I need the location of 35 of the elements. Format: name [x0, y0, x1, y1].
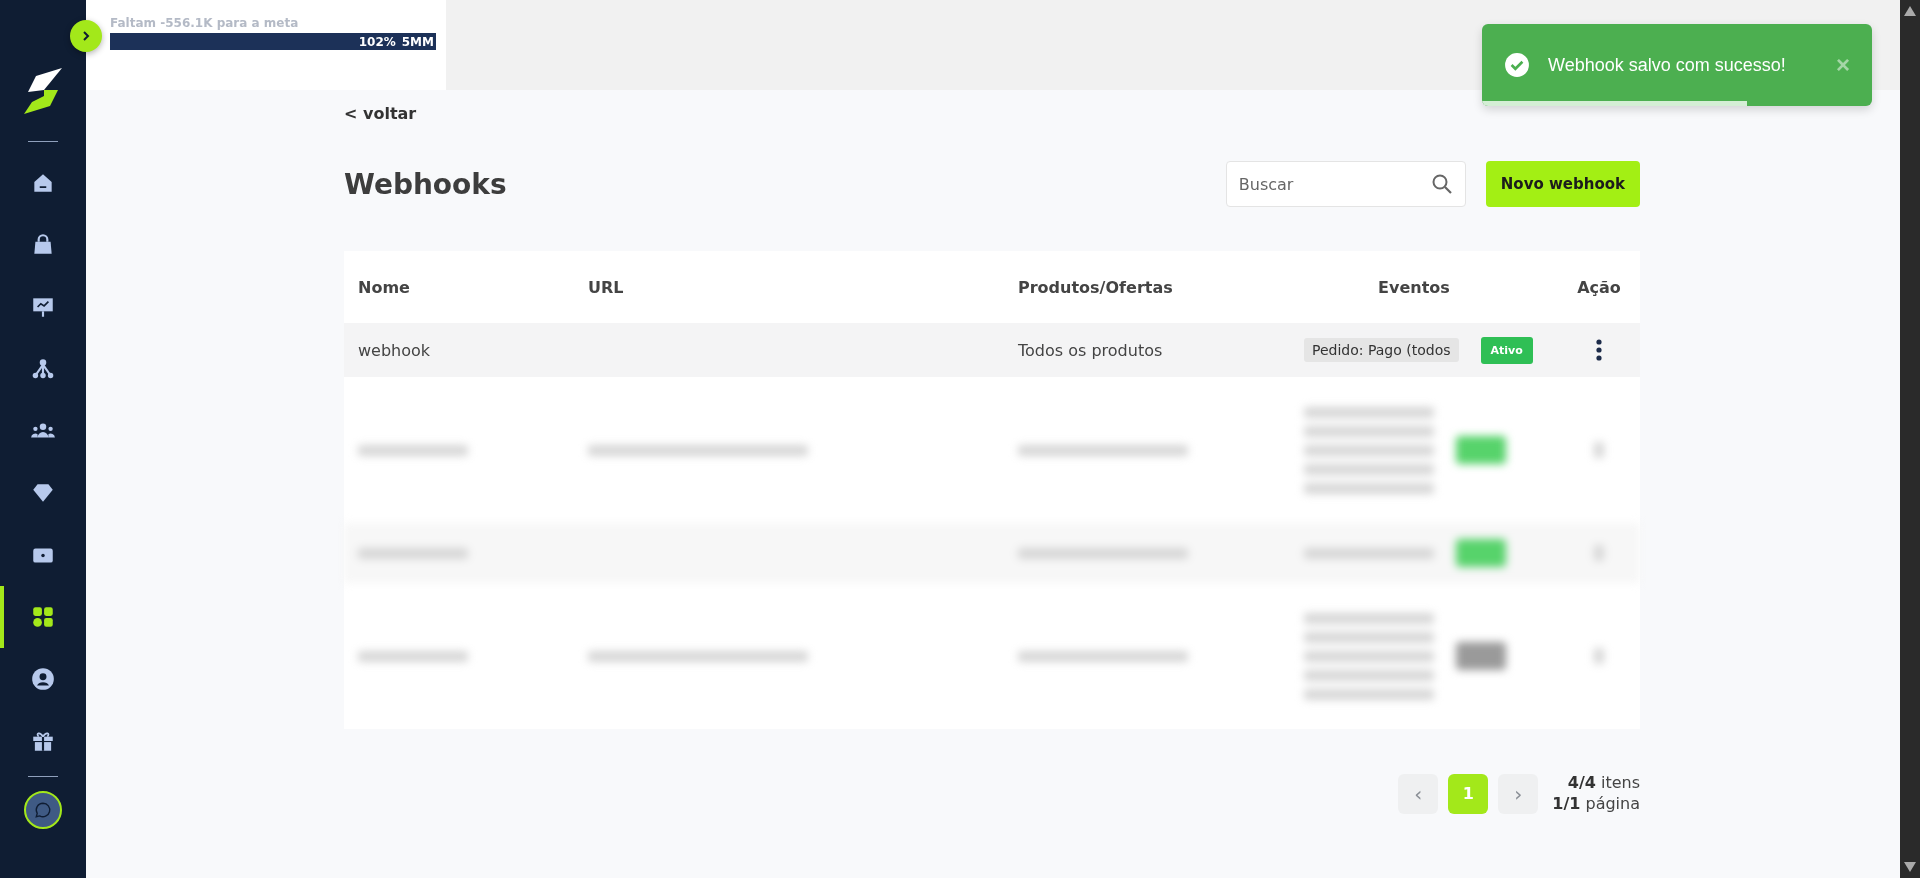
scroll-up-icon[interactable]	[1904, 6, 1916, 16]
event-tag: Pedido: Pago (todos	[1304, 338, 1459, 362]
next-page-button[interactable]: ›	[1498, 773, 1539, 814]
check-icon	[1504, 52, 1530, 78]
target-label: 5MM	[401, 34, 434, 49]
page-title: Webhooks	[344, 167, 508, 201]
items-count: 4/4 itens	[1566, 773, 1640, 794]
column-header: Nome	[358, 277, 411, 297]
chevron-right-icon	[80, 30, 92, 42]
chat-icon	[34, 801, 52, 819]
status-badge: Ativo	[1480, 336, 1533, 364]
column-header: Ação	[1576, 277, 1622, 297]
search-field[interactable]: Buscar	[1225, 161, 1466, 207]
percent-label: 102%	[358, 34, 396, 49]
table-cell-text: webhook	[358, 340, 432, 360]
close-button[interactable]: ×	[1836, 51, 1850, 79]
apps-icon	[30, 604, 56, 630]
column-header: Eventos	[1377, 277, 1451, 297]
expand-button[interactable]	[70, 20, 102, 52]
table-row[interactable]: webhook Todos os produtos Pedido: Pago (todos Ativo	[344, 323, 1640, 377]
scroll-down-icon[interactable]	[1904, 862, 1916, 872]
new-webhook-button[interactable]: Novo webhook	[1485, 161, 1640, 207]
more-icon[interactable]	[1595, 339, 1603, 361]
toast-message: Webhook salvo com sucesso!	[1548, 54, 1787, 76]
back-link[interactable]: < voltar	[344, 104, 417, 123]
column-header: Produtos/Ofertas	[1018, 277, 1174, 297]
pages-count: 1/1 página	[1552, 793, 1640, 815]
page-button[interactable]: 1	[1448, 773, 1489, 814]
chat-button[interactable]	[24, 791, 62, 829]
logo-icon	[22, 66, 64, 116]
user-icon	[30, 666, 56, 692]
previous-page-button[interactable]: ‹	[1398, 773, 1439, 814]
goal-text: Faltam -556.1K para a meta	[110, 16, 300, 30]
column-header: URL	[588, 277, 625, 297]
table-cell-text: Todos os produtos	[1018, 340, 1164, 360]
